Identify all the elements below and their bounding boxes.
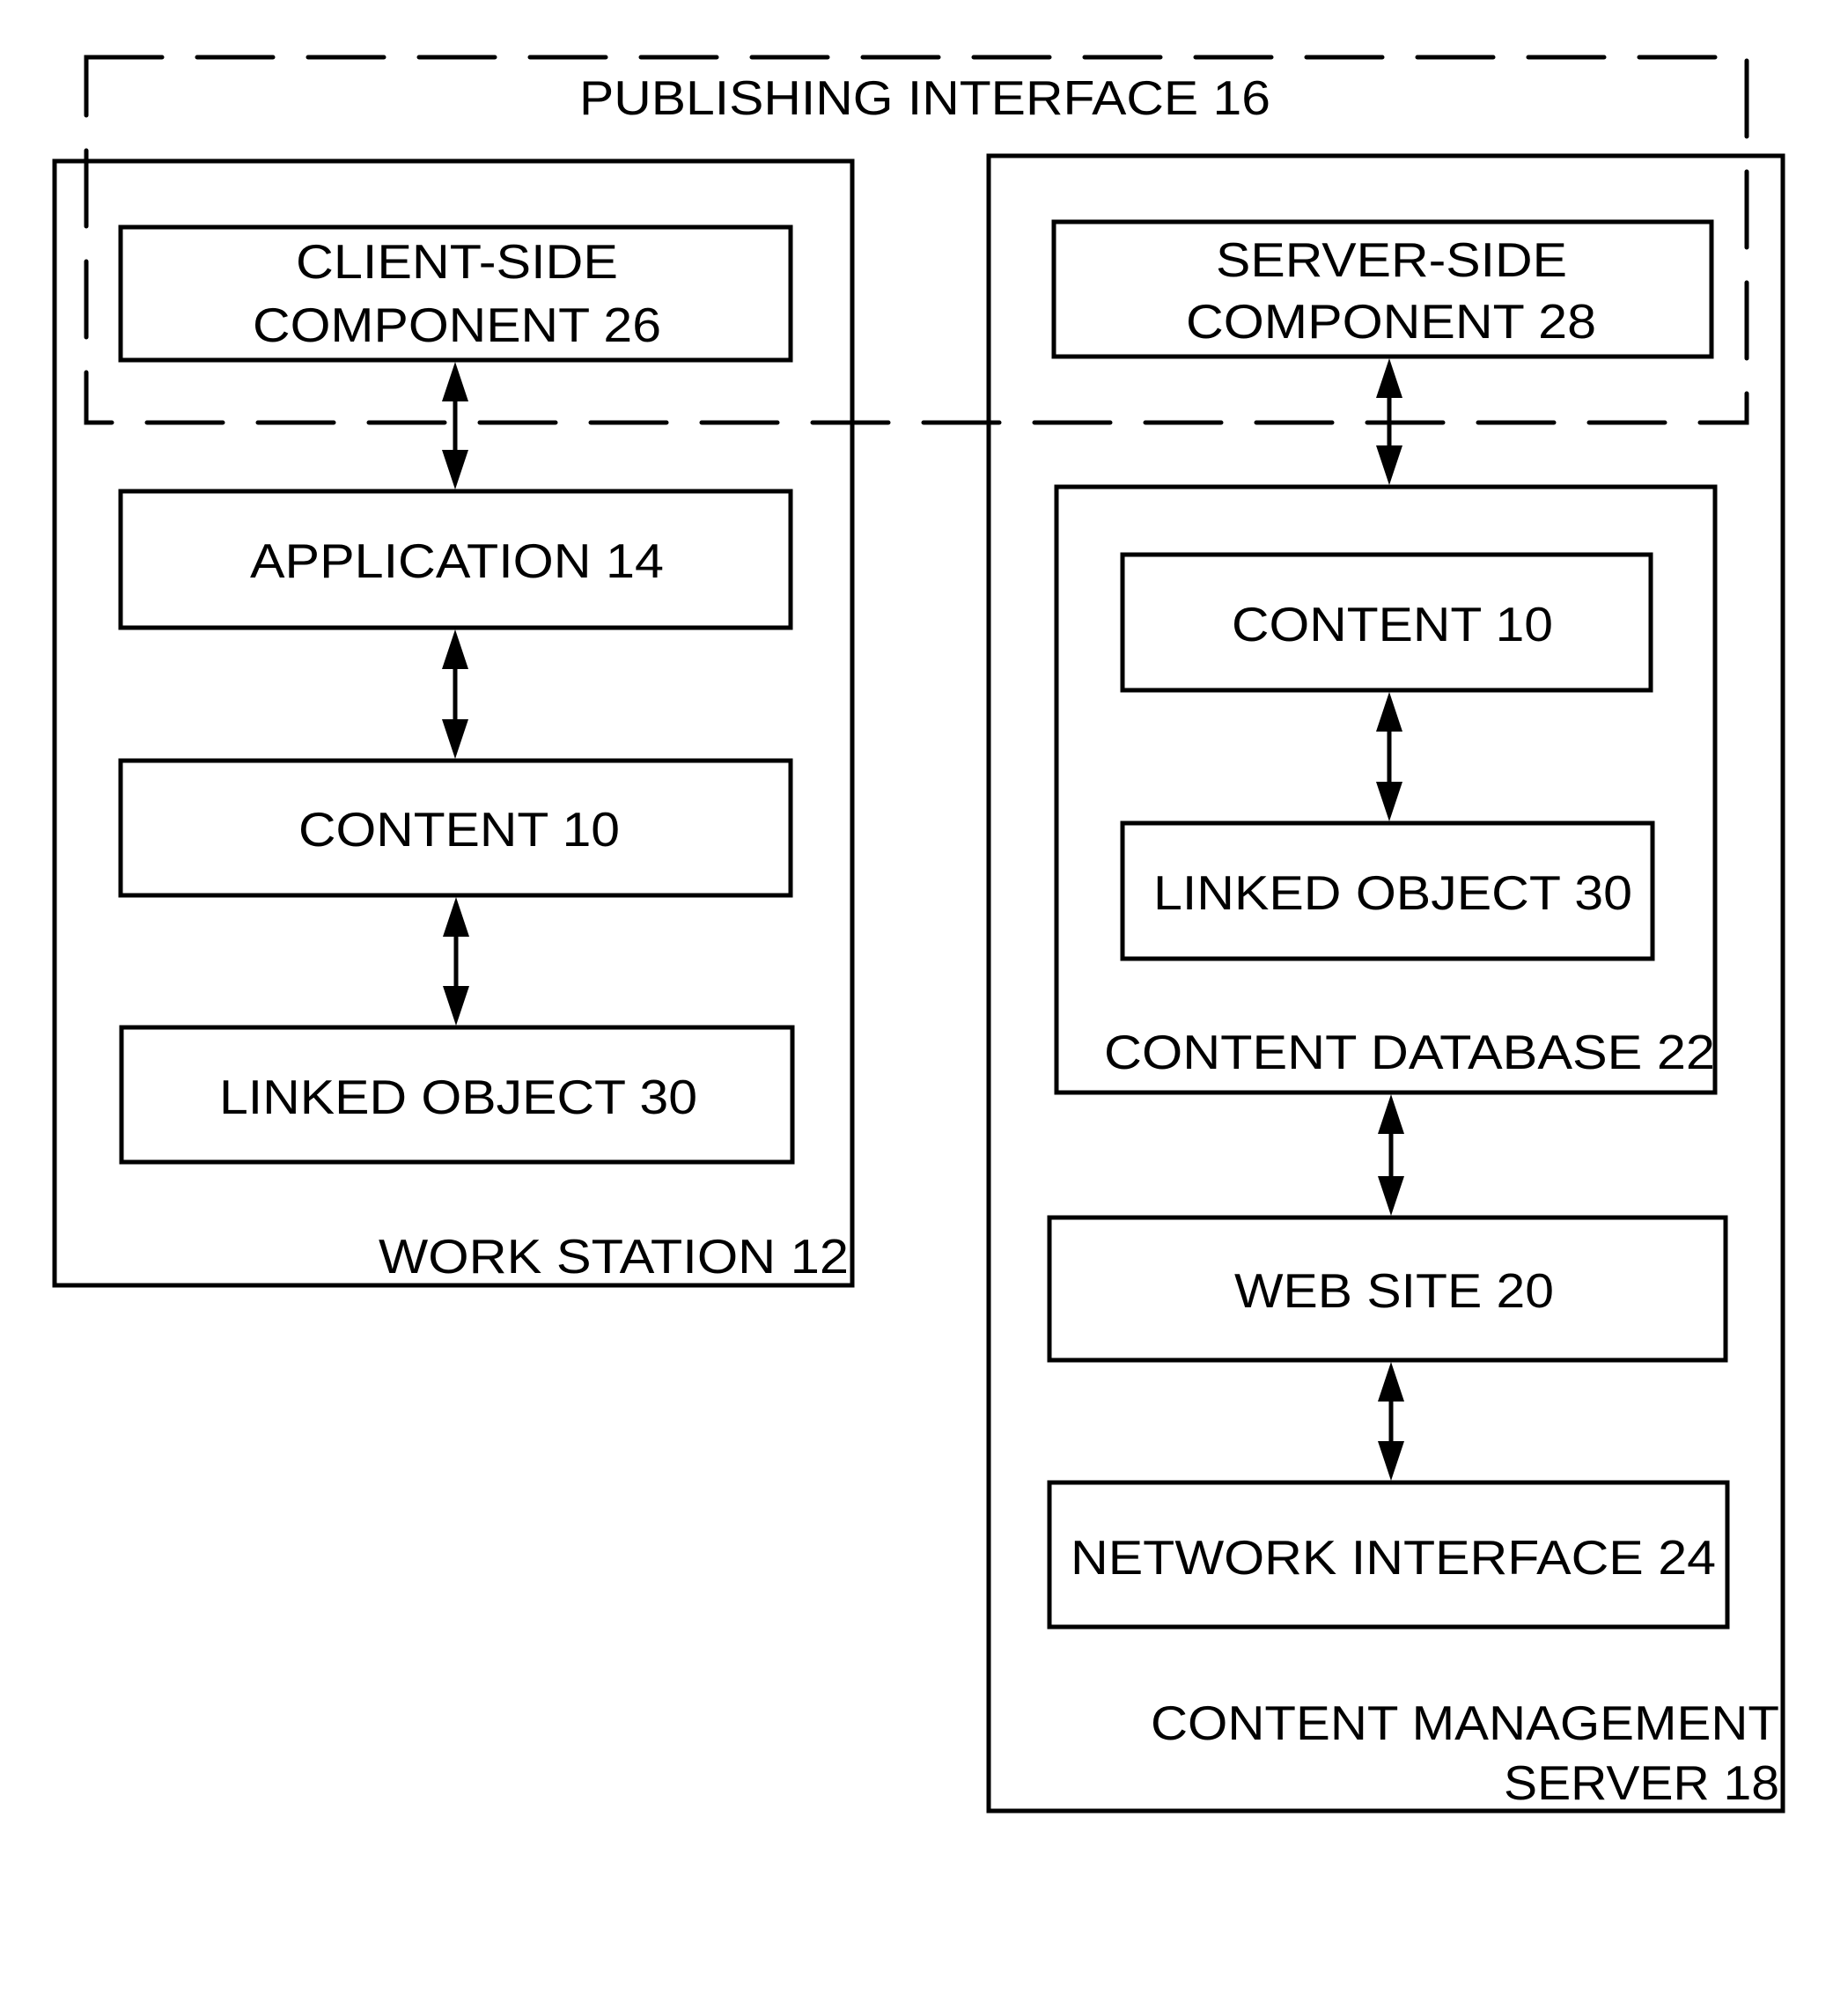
network-interface-label: NETWORK INTERFACE 24 (1071, 1530, 1716, 1585)
arrowhead-up-icon (1376, 358, 1402, 398)
bidirectional-arrow-icon (442, 362, 468, 489)
content-database-label: CONTENT DATABASE 22 (1104, 1025, 1715, 1079)
bidirectional-arrow-icon (1378, 1362, 1404, 1481)
arrowhead-up-icon (1378, 1362, 1404, 1402)
content-management-server-label-line1: CONTENT MANAGEMENT (1151, 1696, 1779, 1750)
arrowhead-up-icon (442, 362, 468, 401)
arrowhead-down-icon (442, 719, 468, 759)
arrowhead-up-icon (443, 897, 469, 937)
server-side-component-label-line2: COMPONENT 28 (1186, 294, 1596, 349)
arrowhead-up-icon (442, 629, 468, 669)
content-label-database: CONTENT 10 (1232, 597, 1553, 651)
bidirectional-arrow-icon (442, 629, 468, 759)
work-station-label: WORK STATION 12 (379, 1229, 849, 1284)
arrowhead-up-icon (1376, 692, 1402, 732)
server-side-component-label-line1: SERVER-SIDE (1216, 232, 1567, 287)
content-label-workstation: CONTENT 10 (298, 802, 620, 857)
arrowhead-down-icon (1378, 1441, 1404, 1481)
bidirectional-arrow-icon (1376, 692, 1402, 821)
client-side-component-label-line1: CLIENT-SIDE (296, 234, 618, 289)
arrowhead-down-icon (442, 450, 468, 489)
bidirectional-arrow-icon (1378, 1094, 1404, 1216)
system-diagram: PUBLISHING INTERFACE 16 CLIENT-SIDE COMP… (52, 55, 1785, 1814)
content-management-server-label-line2: SERVER 18 (1504, 1755, 1779, 1810)
arrowhead-down-icon (1376, 782, 1402, 821)
client-side-component-label-line2: COMPONENT 26 (253, 298, 661, 352)
publishing-interface-label: PUBLISHING INTERFACE 16 (579, 70, 1270, 125)
arrowhead-down-icon (1376, 445, 1402, 485)
arrowhead-down-icon (1378, 1176, 1404, 1216)
linked-object-label-workstation: LINKED OBJECT 30 (219, 1070, 697, 1124)
bidirectional-arrow-icon (443, 897, 469, 1026)
arrowhead-up-icon (1378, 1094, 1404, 1134)
web-site-label: WEB SITE 20 (1234, 1263, 1554, 1318)
arrowhead-down-icon (443, 986, 469, 1026)
linked-object-label-database: LINKED OBJECT 30 (1153, 865, 1632, 920)
application-label: APPLICATION 14 (250, 533, 664, 588)
